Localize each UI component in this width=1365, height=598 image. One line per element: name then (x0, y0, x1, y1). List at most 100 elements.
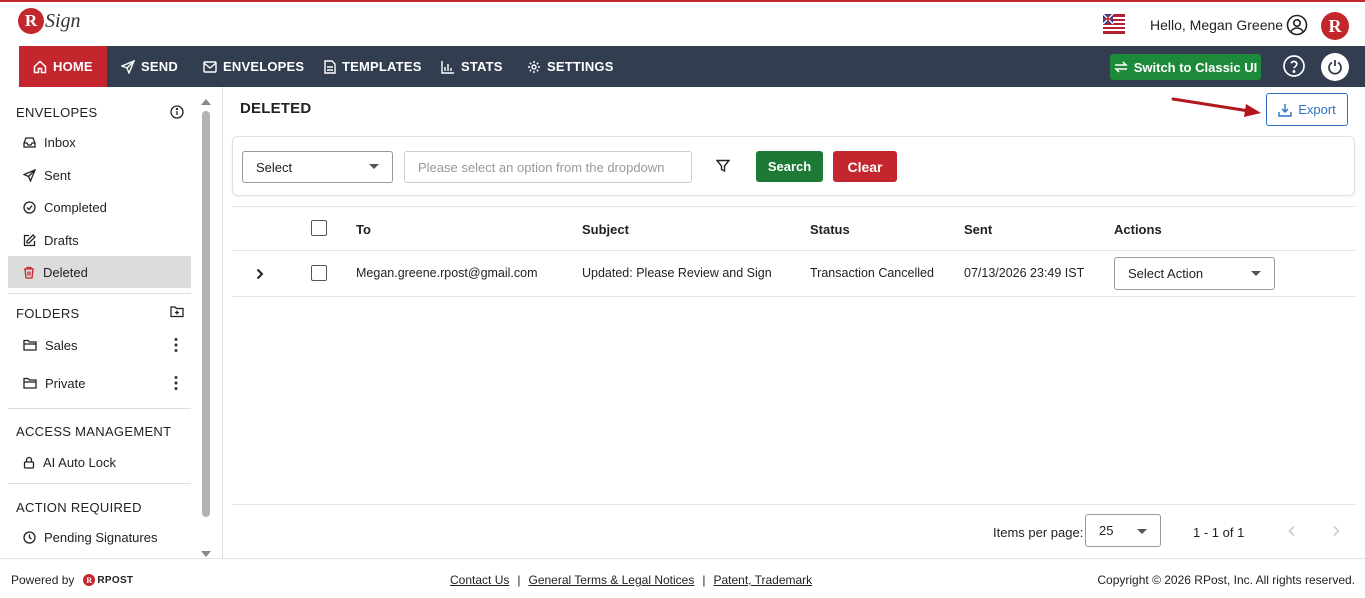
patent-trademark-link[interactable]: Patent, Trademark (713, 573, 812, 587)
inbox-icon (23, 136, 36, 148)
items-per-page-label: Items per page: (993, 525, 1084, 540)
copyright-text: Copyright © 2026 RPost, Inc. All rights … (1097, 573, 1355, 587)
cell-to: Megan.greene.rpost@gmail.com (356, 266, 538, 280)
clear-button[interactable]: Clear (833, 151, 897, 182)
folder-icon (23, 339, 37, 351)
nav-stats-label: STATS (461, 59, 503, 74)
column-header-status[interactable]: Status (810, 222, 850, 237)
select-all-checkbox[interactable] (311, 220, 327, 236)
nav-envelopes[interactable]: ENVELOPES (203, 46, 304, 87)
top-header: R Sign Hello, Megan Greene R (0, 0, 1365, 46)
nav-home[interactable]: HOME (19, 46, 107, 87)
envelopes-section-title: ENVELOPES (16, 105, 98, 120)
sidebar-item-sent[interactable]: Sent (8, 159, 191, 191)
sidebar-scrollbar[interactable] (200, 97, 212, 557)
nav-send[interactable]: SEND (121, 46, 178, 87)
terms-link[interactable]: General Terms & Legal Notices (528, 573, 694, 587)
user-greeting: Hello, Megan Greene (1150, 17, 1284, 33)
nav-home-label: HOME (53, 59, 93, 74)
scroll-thumb[interactable] (202, 111, 210, 517)
sidebar-item-label: Drafts (44, 232, 79, 248)
filter-icon[interactable] (716, 159, 730, 173)
folder-sales-more-icon[interactable] (173, 337, 179, 353)
next-page-icon[interactable] (1332, 525, 1340, 537)
previous-page-icon[interactable] (1288, 525, 1296, 537)
rpost-logo[interactable]: R RPOST (83, 574, 133, 586)
row-action-value: Select Action (1128, 266, 1204, 281)
expand-row-chevron-icon[interactable] (256, 268, 264, 280)
column-header-subject[interactable]: Subject (582, 222, 629, 237)
info-icon[interactable] (170, 105, 184, 119)
sidebar-divider (8, 408, 191, 409)
sidebar-item-label: AI Auto Lock (43, 454, 116, 470)
sidebar-item-label: Pending Signatures (44, 529, 158, 545)
search-button[interactable]: Search (756, 151, 823, 182)
user-profile-icon[interactable] (1286, 14, 1308, 36)
export-label: Export (1298, 102, 1336, 117)
column-header-to[interactable]: To (356, 222, 371, 237)
annotation-arrow-icon (1169, 95, 1264, 117)
row-checkbox[interactable] (311, 265, 327, 281)
powered-by: Powered by R RPOST (11, 573, 133, 587)
help-icon[interactable] (1282, 54, 1306, 78)
folders-section-title: FOLDERS (16, 306, 80, 321)
send-icon (121, 59, 135, 74)
sidebar-item-deleted[interactable]: Deleted (8, 256, 191, 288)
nav-settings-label: SETTINGS (547, 59, 614, 74)
download-icon (1278, 103, 1292, 117)
main-content: DELETED Export Select Search Clear To Su… (224, 87, 1365, 558)
footer-separator: | (517, 573, 521, 587)
switch-classic-ui-button[interactable]: Switch to Classic UI (1110, 54, 1261, 80)
row-action-select[interactable]: Select Action (1114, 257, 1275, 290)
export-button[interactable]: Export (1266, 93, 1348, 126)
filter-select[interactable]: Select (242, 151, 393, 183)
lock-icon (23, 456, 35, 469)
sidebar-item-pending-signatures[interactable]: Pending Signatures (8, 521, 191, 553)
nav-templates[interactable]: TEMPLATES (324, 46, 422, 87)
sidebar-item-drafts[interactable]: Drafts (8, 224, 191, 256)
caret-down-icon (1251, 271, 1261, 276)
add-folder-icon[interactable] (170, 305, 184, 318)
scroll-up-icon[interactable] (201, 99, 211, 105)
nav-envelopes-label: ENVELOPES (223, 59, 305, 74)
nav-settings[interactable]: SETTINGS (527, 46, 614, 87)
edit-icon (23, 233, 36, 246)
sidebar-item-ai-auto-lock[interactable]: AI Auto Lock (8, 446, 191, 478)
sidebar-item-label: Inbox (44, 134, 76, 150)
sidebar-item-label: Sales (45, 337, 78, 353)
rpost-logo-letter: R (83, 574, 96, 586)
cell-subject: Updated: Please Review and Sign (582, 266, 772, 280)
switch-classic-ui-label: Switch to Classic UI (1133, 59, 1258, 75)
nav-send-label: SEND (141, 59, 178, 74)
contact-us-link[interactable]: Contact Us (450, 573, 509, 587)
sidebar-item-label: Completed (44, 199, 107, 215)
rpost-brand-icon[interactable]: R (1321, 12, 1349, 40)
items-per-page-select[interactable]: 25 (1085, 514, 1161, 547)
home-icon (33, 59, 47, 73)
sidebar-item-inbox[interactable]: Inbox (8, 126, 191, 158)
table-row[interactable]: Megan.greene.rpost@gmail.com Updated: Pl… (232, 251, 1355, 297)
nav-stats[interactable]: STATS (441, 46, 503, 87)
access-management-title: ACCESS MANAGEMENT (16, 424, 172, 439)
scroll-down-icon[interactable] (201, 551, 211, 557)
envelope-icon (203, 60, 217, 73)
uk-flag-icon[interactable] (1103, 14, 1125, 34)
trash-icon (24, 266, 34, 279)
column-header-sent[interactable]: Sent (964, 222, 992, 237)
action-required-title: ACTION REQUIRED (16, 500, 142, 515)
document-icon (324, 59, 336, 74)
folder-private-more-icon[interactable] (173, 375, 179, 391)
sidebar-item-completed[interactable]: Completed (8, 191, 191, 223)
main-nav: HOME SEND ENVELOPES TEMPLATES STATS SETT… (0, 46, 1365, 87)
rsign-logo[interactable]: R Sign (18, 8, 81, 34)
nav-templates-label: TEMPLATES (342, 59, 422, 74)
sidebar-folder-private[interactable]: Private (8, 367, 191, 399)
logo-text: Sign (45, 9, 81, 32)
sidebar-divider (8, 483, 191, 484)
caret-down-icon (369, 164, 379, 169)
swap-arrows-icon (1113, 61, 1128, 73)
logout-power-button[interactable] (1321, 53, 1349, 81)
footer-links: Contact Us | General Terms & Legal Notic… (450, 573, 812, 587)
search-input[interactable] (404, 151, 692, 183)
sidebar-folder-sales[interactable]: Sales (8, 329, 191, 361)
